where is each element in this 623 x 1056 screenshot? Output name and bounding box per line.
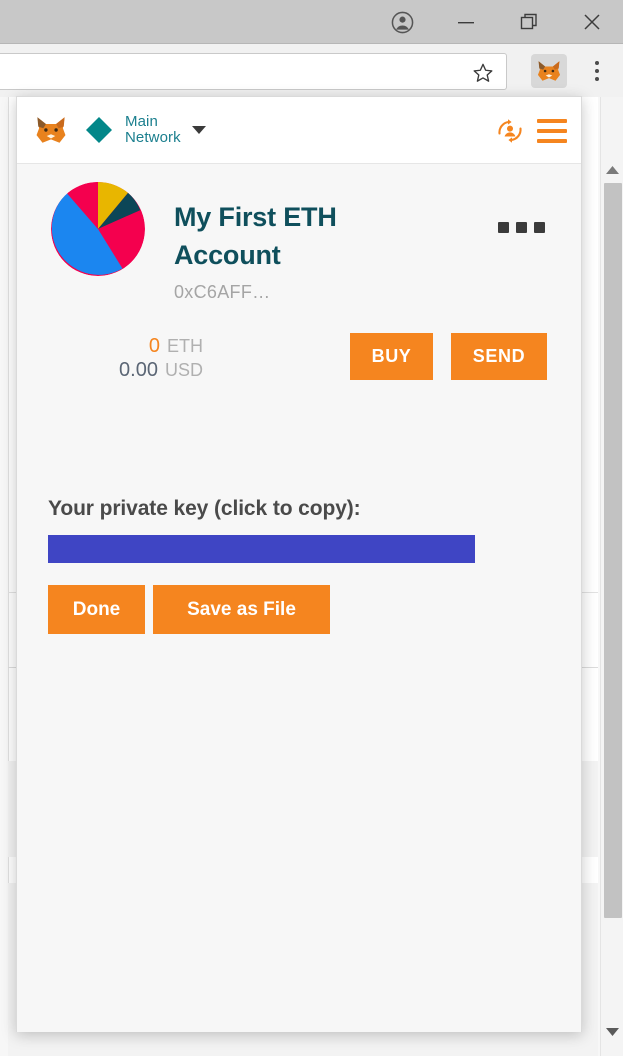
minimize-button[interactable] [434, 0, 497, 44]
account-summary: My First ETH Account 0xC6AFF… [17, 164, 581, 303]
account-balance: 0 ETH 0.00 USD [53, 335, 203, 383]
usd-balance-amount: 0.00 [119, 359, 158, 381]
browser-window: Main Network My First ETH Account 0xC6AF… [0, 0, 623, 1056]
caret-down-icon[interactable] [191, 126, 206, 134]
save-as-file-button[interactable]: Save as File [153, 585, 330, 634]
balance-row: 0 ETH 0.00 USD BUY SEND [17, 333, 581, 395]
account-switch-icon[interactable] [495, 116, 525, 146]
chrome-menu-icon[interactable] [585, 56, 609, 86]
buy-button[interactable]: BUY [350, 333, 433, 380]
restore-button[interactable] [497, 0, 560, 44]
ethereum-diamond-icon [84, 115, 114, 145]
network-label-line1: Main [125, 113, 158, 130]
close-button[interactable] [560, 0, 623, 44]
metamask-fox-icon [33, 113, 69, 147]
star-icon[interactable] [472, 62, 494, 84]
popup-header-actions [495, 97, 567, 164]
minimize-icon [457, 22, 474, 24]
account-circle-icon [391, 11, 414, 33]
eth-balance: 0 ETH [53, 335, 203, 359]
ellipsis-icon[interactable] [498, 222, 545, 233]
done-button[interactable]: Done [48, 585, 145, 634]
restore-icon [520, 13, 537, 30]
popup-body: My First ETH Account 0xC6AFF… 0 ETH 0.00 U… [17, 164, 581, 1032]
account-actions: BUY SEND [350, 333, 547, 380]
popup-header: Main Network [17, 97, 581, 164]
usd-balance-unit: USD [164, 360, 203, 380]
metamask-popup: Main Network My First ETH Account 0xC6AF… [16, 96, 582, 1032]
metamask-extension-button[interactable] [531, 54, 567, 88]
metamask-fox-icon [537, 61, 561, 81]
browser-toolbar [0, 44, 623, 97]
scrollbar-thumb[interactable] [604, 183, 622, 918]
private-key-label: Your private key (click to copy): [48, 497, 361, 520]
window-controls [371, 0, 623, 44]
address-bar[interactable] [0, 53, 507, 90]
usd-balance: 0.00 USD [53, 359, 203, 383]
private-key-value[interactable] [48, 535, 475, 563]
hamburger-menu-icon[interactable] [537, 118, 567, 143]
close-icon [583, 14, 600, 30]
private-key-actions: Done Save as File [48, 585, 508, 634]
network-label-line2: Network [125, 129, 181, 146]
account-address[interactable]: 0xC6AFF… [174, 282, 404, 303]
eth-balance-unit: ETH [167, 336, 203, 356]
network-selector[interactable]: Main Network [125, 114, 181, 146]
page-title: My First ETH Account [174, 202, 337, 270]
scroll-down-arrow-icon[interactable] [601, 1022, 623, 1041]
send-button[interactable]: SEND [451, 333, 547, 380]
profile-avatar-button[interactable] [371, 0, 434, 44]
scroll-up-arrow-icon[interactable] [601, 160, 623, 179]
window-titlebar [0, 0, 623, 44]
pie-identicon [51, 182, 145, 276]
private-key-section: Your private key (click to copy): Done S… [48, 497, 508, 634]
page-scrollbar[interactable] [600, 97, 623, 1056]
eth-balance-amount: 0 [148, 335, 160, 357]
account-details: My First ETH Account 0xC6AFF… [174, 182, 404, 303]
